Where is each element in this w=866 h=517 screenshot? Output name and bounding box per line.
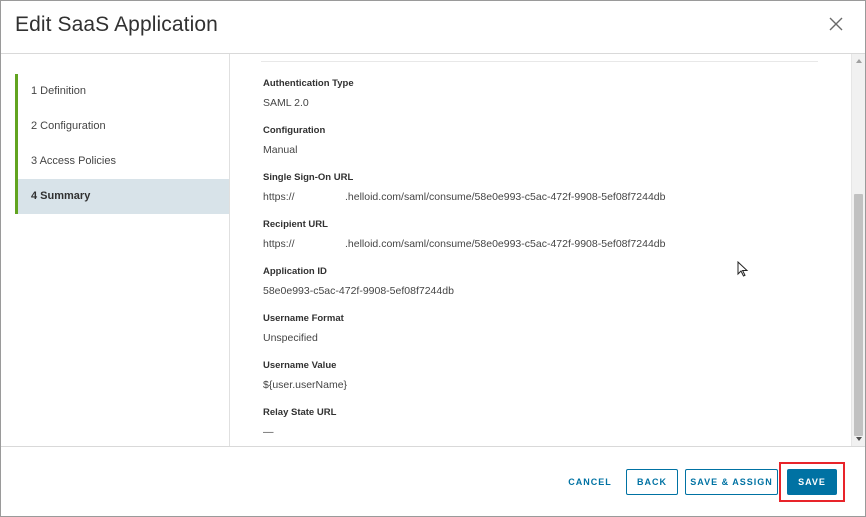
close-icon[interactable] [827,15,845,33]
save-and-assign-button[interactable]: SAVE & ASSIGN [685,469,778,495]
authentication-type-label: Authentication Type [263,78,354,89]
mouse-cursor-icon [737,261,749,277]
sso-url-value: https:// .helloid.com/saml/consume/58e0e9… [263,190,665,204]
wizard-steps: 1 Definition 2 Configuration 3 Access Po… [15,74,229,214]
configuration-value: Manual [263,144,298,156]
application-id-label: Application ID [263,266,327,277]
recipient-url-text: .helloid.com/saml/consume/58e0e993-c5ac-… [345,238,666,250]
back-button[interactable]: BACK [626,469,678,495]
configuration-label: Configuration [263,125,326,136]
save-button[interactable]: SAVE [787,469,837,495]
step-access-policies[interactable]: 3 Access Policies [18,144,229,179]
application-id-value: 58e0e993-c5ac-472f-9908-5ef08f7244db [263,285,454,297]
recipient-url-value: https:// .helloid.com/saml/consume/58e0e9… [263,237,665,251]
cancel-button[interactable]: CANCEL [561,469,619,495]
username-value-label: Username Value [263,360,337,371]
recipient-url-label: Recipient URL [263,219,328,230]
sso-url-prefix: https:// [263,191,295,203]
section-divider [261,61,818,62]
authentication-type-value: SAML 2.0 [263,97,309,109]
dialog-header: Edit SaaS Application [1,1,865,53]
wizard-steps-sidebar: 1 Definition 2 Configuration 3 Access Po… [1,54,230,446]
summary-panel: Authentication Type SAML 2.0 Configurati… [231,54,851,446]
scrollbar-thumb[interactable] [854,194,863,436]
step-configuration[interactable]: 2 Configuration [18,109,229,144]
username-format-label: Username Format [263,313,344,324]
scroll-down-arrow-icon[interactable] [852,432,866,446]
dialog-title: Edit SaaS Application [15,13,218,36]
username-value-value: ${user.userName} [263,379,348,391]
step-definition[interactable]: 1 Definition [18,74,229,109]
username-format-value: Unspecified [263,332,318,344]
dialog-footer: CANCEL BACK SAVE & ASSIGN SAVE [1,448,865,516]
sso-url-label: Single Sign-On URL [263,172,354,183]
content-scrollbar[interactable] [851,54,865,446]
recipient-url-prefix: https:// [263,238,295,250]
step-summary[interactable]: 4 Summary [18,179,229,214]
sso-url-text: .helloid.com/saml/consume/58e0e993-c5ac-… [345,191,666,203]
edit-saas-application-dialog: Edit SaaS Application 1 Definition 2 Con… [0,0,866,517]
summary-fields: Authentication Type SAML 2.0 Configurati… [263,78,665,446]
relay-state-url-label: Relay State URL [263,407,337,418]
dialog-body: 1 Definition 2 Configuration 3 Access Po… [1,53,865,447]
scroll-up-arrow-icon[interactable] [852,54,866,68]
relay-state-url-value: — [263,426,274,438]
